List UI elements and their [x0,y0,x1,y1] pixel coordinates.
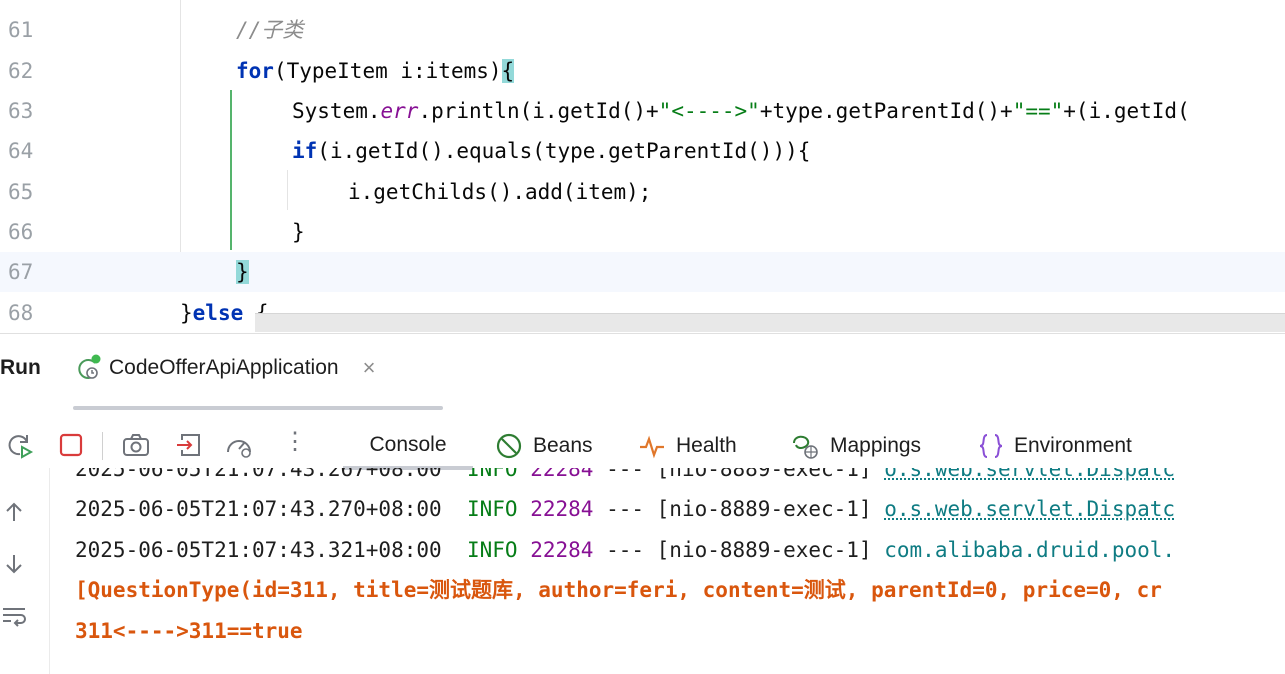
tab-label: Beans [533,434,593,457]
matched-brace: { [501,59,515,83]
code-editor[interactable]: 61 //子类 62 for(TypeItem i:items){ 63 Sys… [0,0,1285,333]
toolbar-separator [102,432,103,460]
export-icon[interactable] [174,430,204,460]
tab-label: CodeOfferApiApplication [109,356,339,379]
tab-label: Health [676,434,737,457]
scroll-up-icon[interactable] [2,500,26,524]
line-number: 65 [8,180,34,204]
code-text: System.err.println(i.getId()+"<---->"+ty… [292,99,1190,123]
tab-beans[interactable]: Beans [495,424,593,468]
camera-icon[interactable] [121,430,151,460]
active-tab-indicator [73,406,443,410]
code-line[interactable]: 64 if(i.getId().equals(type.getParentId(… [0,131,1285,171]
soft-wrap-icon[interactable] [2,603,26,627]
console-side-toolbar [0,468,50,674]
line-number: 66 [8,220,34,244]
code-line[interactable]: 66 } [0,212,1285,252]
code-line[interactable]: 63 System.err.println(i.getId()+"<---->"… [0,91,1285,131]
code-line[interactable]: 62 for(TypeItem i:items){ [0,51,1285,91]
mappings-icon [793,435,818,459]
tab-mappings[interactable]: Mappings [790,424,921,468]
rerun-icon[interactable] [5,430,35,460]
horizontal-scrollbar[interactable] [255,313,1285,332]
code-line[interactable]: 61 //子类 [0,10,1285,50]
line-number: 64 [8,139,34,163]
code-text: //子类 [236,18,304,42]
matched-brace: } [236,260,249,284]
log-line: 2025-06-05T21:07:43.270+08:00 INFO 22284… [75,497,1176,521]
spring-boot-run-icon [78,354,101,379]
run-toolbar: ⋮ Console Beans Health Mappings Environm… [0,424,1285,470]
code-line[interactable]: 65 i.getChilds().add(item); [0,172,1285,212]
profiler-gauge-icon[interactable] [224,430,254,460]
line-number: 63 [8,99,34,123]
stop-icon[interactable] [56,430,86,460]
stderr-line: [QuestionType(id=311, title=测试题库, author… [75,578,1162,602]
close-tab-icon[interactable]: × [363,355,376,381]
code-text: if(i.getId().equals(type.getParentId()))… [292,139,811,163]
stderr-line: 311<---->311==true [75,619,303,643]
tab-label: Environment [1014,434,1132,457]
environment-icon [979,434,1003,458]
beans-icon [496,433,522,459]
tab-console[interactable]: Console [343,424,473,470]
console-output[interactable]: 2025-06-05T21:07:43.267+08:00 INFO 22284… [50,468,1285,674]
code-line-current[interactable]: 67 } [0,252,1285,292]
code-text: } [236,252,249,292]
log-line: 2025-06-05T21:07:43.267+08:00 INFO 22284… [75,468,1176,481]
code-text: } [292,220,305,244]
line-number: 61 [8,18,34,42]
scroll-down-icon[interactable] [2,552,26,576]
line-number: 67 [8,260,34,284]
run-panel-title: Run [0,356,41,379]
tab-environment[interactable]: Environment [978,424,1132,468]
tab-label: Mappings [830,434,922,457]
health-icon [640,435,664,459]
log-line: 2025-06-05T21:07:43.321+08:00 INFO 22284… [75,538,1176,562]
run-configuration-tab[interactable]: CodeOfferApiApplication × [73,352,375,384]
more-options-icon[interactable]: ⋮ [283,428,307,456]
tab-label: Console [369,433,447,456]
code-text: i.getChilds().add(item); [348,180,652,204]
line-number: 62 [8,59,34,83]
line-number: 68 [8,301,34,325]
run-tool-window: Run CodeOfferApiApplication × ⋮ Console … [0,333,1285,674]
tab-health[interactable]: Health [638,424,737,468]
code-text: for(TypeItem i:items){ [236,59,515,83]
